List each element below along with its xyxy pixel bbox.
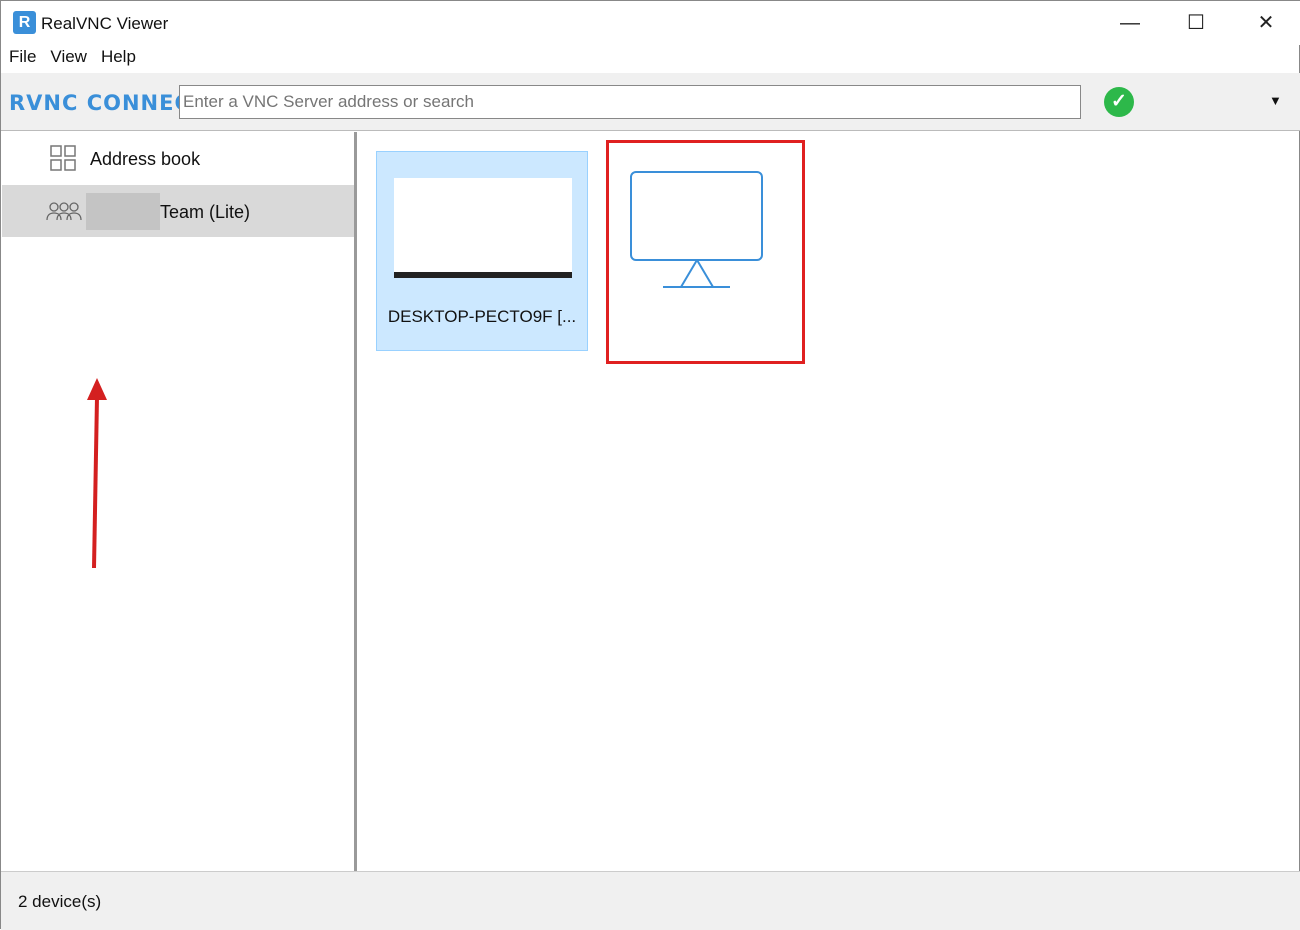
device-name: DESKTOP-PECTO9F [... (387, 307, 577, 326)
device-count: 2 device(s) (18, 892, 102, 911)
grid-icon (50, 145, 76, 171)
redacted-team-name (86, 193, 160, 230)
search-input[interactable] (179, 85, 1081, 119)
minimize-button[interactable]: — (1107, 9, 1153, 37)
sidebar-item-label: Address book (90, 149, 201, 169)
team-icon (46, 202, 82, 221)
menu-view[interactable]: View (50, 47, 87, 73)
sidebar-item-team[interactable]: Team (Lite) (2, 185, 354, 237)
menu-bar: File View Help (1, 47, 136, 73)
toolbar: RVNC CONNECT ✓ ▼ (1, 73, 1300, 131)
maximize-button[interactable]: ☐ (1173, 9, 1219, 37)
desktop-thumbnail (394, 178, 572, 278)
close-button[interactable]: ✕ (1243, 9, 1289, 37)
menu-help[interactable]: Help (101, 47, 136, 73)
sidebar-item-address-book[interactable]: Address book (2, 132, 354, 184)
sidebar: Address book Team (Lite) (2, 132, 354, 871)
red-arrow-annotation (87, 378, 107, 569)
device-tile-highlighted[interactable] (606, 140, 805, 364)
menu-file[interactable]: File (9, 47, 36, 73)
connected-check-icon: ✓ (1104, 87, 1134, 117)
monitor-icon (630, 171, 763, 288)
vnc-connect-logo: RVNC CONNECT (9, 91, 207, 115)
pane-splitter[interactable] (354, 132, 357, 871)
status-bar: 2 device(s) (1, 871, 1300, 930)
realvnc-logo-icon: R (13, 11, 36, 34)
chevron-down-icon[interactable]: ▼ (1269, 93, 1282, 108)
device-tile[interactable]: DESKTOP-PECTO9F [... (376, 151, 588, 351)
window-title: RealVNC Viewer (41, 14, 169, 33)
app-window: R RealVNC Viewer — ☐ ✕ File View Help RV… (0, 0, 1300, 930)
sidebar-item-label: Team (Lite) (160, 202, 251, 222)
title-bar: R RealVNC Viewer — ☐ ✕ (1, 1, 1300, 45)
